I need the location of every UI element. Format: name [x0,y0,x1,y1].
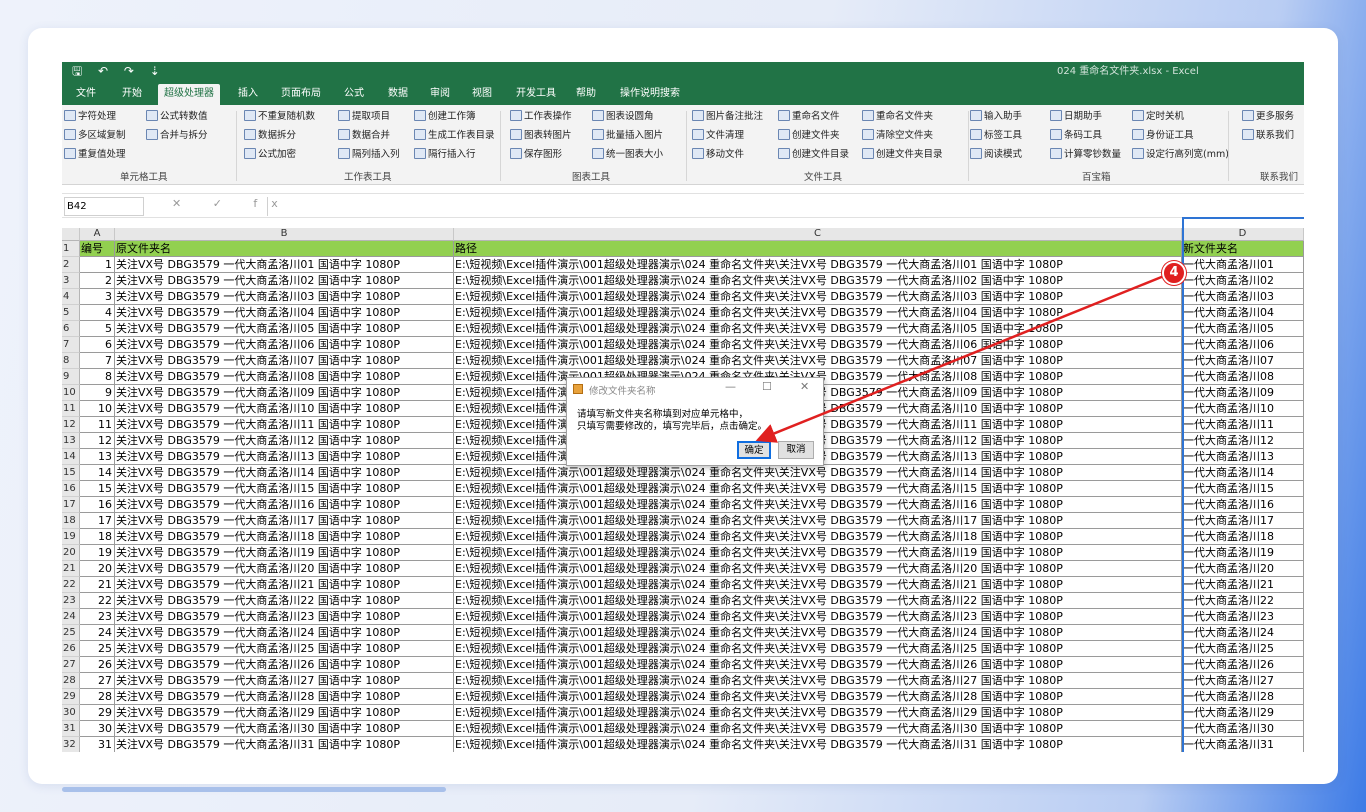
arrow-line [755,274,1165,443]
annotation-arrow [755,274,1165,443]
step-badge: 4 [1162,261,1186,285]
